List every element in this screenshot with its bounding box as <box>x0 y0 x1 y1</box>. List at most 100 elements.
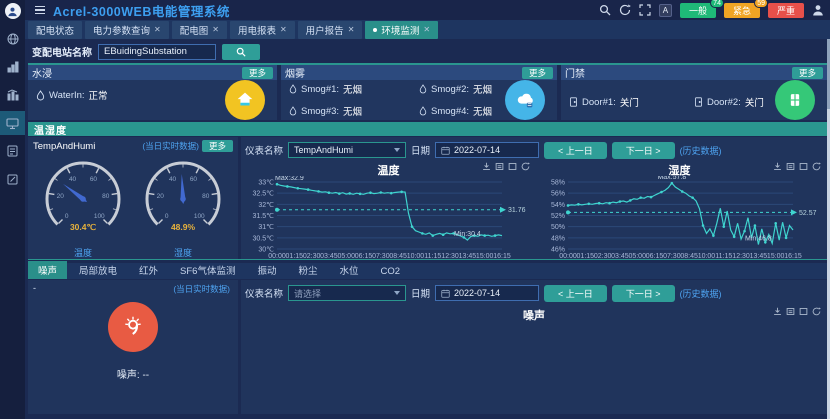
door-more-button[interactable]: 更多 <box>792 67 823 79</box>
download-icon[interactable] <box>773 162 782 171</box>
alarm-critical-button[interactable]: 严重 <box>768 3 804 18</box>
cloud-icon <box>514 89 536 111</box>
data-view-icon[interactable] <box>786 162 795 171</box>
station-search-row: 变配电站名称 <box>28 41 827 62</box>
tab-user-report[interactable]: 用户报告✕ <box>298 21 363 39</box>
door-icon <box>694 97 703 107</box>
document-icon <box>7 145 18 157</box>
user-icon[interactable] <box>812 4 824 16</box>
tab-partial-discharge[interactable]: 局部放电 <box>69 261 127 279</box>
temperature-gauge: 02040608010030.4℃ <box>37 153 129 250</box>
sidebar-item-bar-chart[interactable] <box>0 55 25 79</box>
svg-text:48.9%: 48.9% <box>171 222 196 232</box>
humidity-gauge-label[interactable]: 湿度 <box>174 246 192 259</box>
alarm-general-button[interactable]: 一般 74 <box>680 3 716 18</box>
sidebar-item-globe[interactable] <box>0 27 25 51</box>
close-icon[interactable]: ✕ <box>154 26 161 34</box>
svg-text:03:45: 03:45 <box>320 253 338 260</box>
tab-vibration[interactable]: 振动 <box>247 261 286 279</box>
date-picker[interactable]: 2022-07-14 <box>435 285 539 301</box>
smoke-panel: 烟雾 更多 Smog#1:无烟 Smog#2:无烟 Smog#3:无烟 <box>281 65 557 120</box>
svg-text:01:15: 01:15 <box>286 253 304 260</box>
tab-noise[interactable]: 噪声 <box>28 261 67 279</box>
svg-text:11:15: 11:15 <box>715 253 732 260</box>
next-day-button[interactable]: 下一日 > <box>612 142 675 159</box>
tab-distribution-status[interactable]: 配电状态 <box>28 21 82 39</box>
temp-humi-more-button[interactable]: 更多 <box>202 140 233 152</box>
droplet-icon <box>289 84 297 94</box>
svg-text:50%: 50% <box>551 224 565 231</box>
magic-type-icon[interactable] <box>799 162 808 171</box>
svg-text:30.4℃: 30.4℃ <box>70 222 97 232</box>
tab-distribution-diagram[interactable]: 配电图✕ <box>172 21 227 39</box>
water-status-icon <box>225 80 265 120</box>
close-icon[interactable]: ✕ <box>280 26 287 34</box>
prev-day-button[interactable]: < 上一日 <box>544 142 607 159</box>
svg-text:05:00: 05:00 <box>337 253 355 260</box>
svg-text:60: 60 <box>190 176 198 183</box>
smoke-more-button[interactable]: 更多 <box>522 67 553 79</box>
sidebar-item-column-chart[interactable] <box>0 83 25 107</box>
svg-text:16:15: 16:15 <box>493 253 511 260</box>
realtime-data-label: (当日实时数据) <box>142 140 199 152</box>
language-icon[interactable]: A <box>659 4 672 17</box>
sidebar-item-monitor[interactable] <box>0 111 25 135</box>
refresh-icon[interactable] <box>619 4 631 16</box>
calendar-icon <box>441 289 450 298</box>
restore-icon[interactable] <box>812 307 821 316</box>
temperature-gauge-label[interactable]: 温度 <box>74 246 92 259</box>
chart-toolbox <box>773 162 821 171</box>
svg-text:0: 0 <box>165 213 169 220</box>
door-status-icon <box>775 80 815 120</box>
menu-toggle-icon[interactable] <box>35 6 45 15</box>
tab-environment-monitoring[interactable]: 环境监测✕ <box>365 21 438 39</box>
edit-icon <box>7 174 18 185</box>
water-more-button[interactable]: 更多 <box>242 67 273 79</box>
restore-icon[interactable] <box>812 162 821 171</box>
close-icon[interactable]: ✕ <box>212 26 219 34</box>
fullscreen-icon[interactable] <box>639 4 651 16</box>
tab-energy-report[interactable]: 用电报表✕ <box>230 21 295 39</box>
sidebar-item-edit[interactable] <box>0 167 25 191</box>
sidebar-item-document[interactable] <box>0 139 25 163</box>
close-icon[interactable]: ✕ <box>423 26 430 34</box>
download-icon[interactable] <box>773 307 782 316</box>
svg-text:80: 80 <box>202 193 210 200</box>
date-picker[interactable]: 2022-07-14 <box>435 142 539 158</box>
restore-icon[interactable] <box>521 162 530 171</box>
chart-controls: 仪表名称 TempAndHumi 日期 2022-07-14 < 上一日 下一日… <box>245 140 823 160</box>
meter-select[interactable]: 请选择 <box>288 285 406 301</box>
search-icon[interactable] <box>599 4 611 16</box>
tab-water-level[interactable]: 水位 <box>330 261 369 279</box>
history-data-link[interactable]: (历史数据) <box>680 287 722 300</box>
magic-type-icon[interactable] <box>799 307 808 316</box>
person-icon <box>7 6 18 17</box>
station-name-input[interactable] <box>98 44 216 60</box>
magic-type-icon[interactable] <box>508 162 517 171</box>
download-icon[interactable] <box>482 162 491 171</box>
data-view-icon[interactable] <box>495 162 504 171</box>
history-data-link[interactable]: (历史数据) <box>680 144 722 157</box>
station-search-button[interactable] <box>222 44 260 60</box>
tab-sf6-gas[interactable]: SF6气体监测 <box>170 261 245 279</box>
tab-power-parameter-query[interactable]: 电力参数查询✕ <box>85 21 169 39</box>
svg-text:08:45: 08:45 <box>680 253 698 260</box>
close-icon[interactable]: ✕ <box>348 26 355 34</box>
calendar-icon <box>441 146 450 155</box>
page-tabbar: 配电状态 电力参数查询✕ 配电图✕ 用电报表✕ 用户报告✕ 环境监测✕ <box>25 20 830 39</box>
tab-co2[interactable]: CO2 <box>371 264 411 279</box>
svg-text:16:15: 16:15 <box>784 253 802 260</box>
tab-dust[interactable]: 粉尘 <box>289 261 328 279</box>
alarm-urgent-button[interactable]: 紧急 59 <box>724 3 760 18</box>
prev-day-button[interactable]: < 上一日 <box>544 285 607 302</box>
temperature-chart-canvas: 33℃32.5℃32℃31.5℃31℃30.5℃30℃00:0001:1502:… <box>245 176 532 260</box>
svg-text:31℃: 31℃ <box>258 224 274 231</box>
door-icon <box>569 97 578 107</box>
user-avatar[interactable] <box>5 3 21 19</box>
meter-select[interactable]: TempAndHumi <box>288 142 406 158</box>
svg-text:05:00: 05:00 <box>628 253 646 260</box>
tab-infrared[interactable]: 红外 <box>129 261 168 279</box>
gauge-panel: TempAndHumi (当日实时数据) 更多 02040608010030.4… <box>28 137 238 259</box>
data-view-icon[interactable] <box>786 307 795 316</box>
next-day-button[interactable]: 下一日 > <box>612 285 675 302</box>
